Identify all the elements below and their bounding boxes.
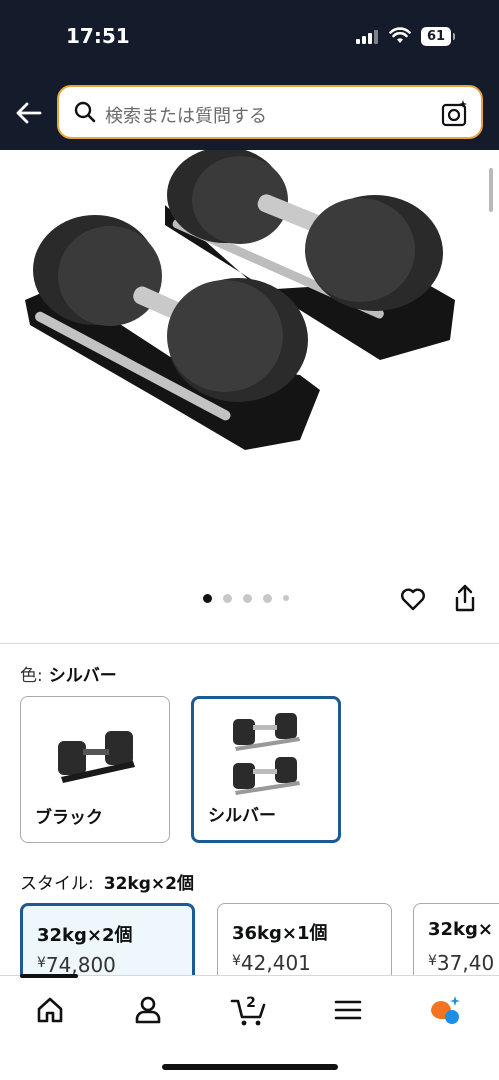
home-icon[interactable] <box>33 993 67 1027</box>
search-input[interactable]: 検索または質問する <box>105 102 267 128</box>
search-bar[interactable]: 検索または質問する <box>57 85 483 139</box>
product-image <box>25 150 455 450</box>
style-option-name: 32kg× <box>428 919 493 940</box>
product-page: 17:51 61 検索または質問する 色: シルバー ブラック シルバー スタイ… <box>0 0 499 1080</box>
battery-icon: 61 <box>421 27 455 46</box>
dumbbell-front <box>25 215 320 450</box>
selected-style: 32kg×2個 <box>103 874 194 894</box>
heart-icon[interactable] <box>400 586 426 612</box>
style-option[interactable]: 32kg× ¥37,40 <box>413 903 499 983</box>
cellular-signal-icon <box>356 30 378 44</box>
camera-search-icon[interactable] <box>441 99 469 127</box>
pagination-dot[interactable] <box>223 593 232 603</box>
home-indicator <box>162 1064 338 1070</box>
back-arrow-icon[interactable] <box>14 98 44 128</box>
status-time: 17:51 <box>66 24 130 48</box>
style-option-price: ¥42,401 <box>232 951 311 975</box>
style-option[interactable]: 32kg×2個 ¥74,800 <box>20 903 195 983</box>
style-selection-label: スタイル: 32kg×2個 <box>20 874 194 894</box>
divider <box>0 643 499 644</box>
pagination-dot[interactable] <box>203 593 212 603</box>
rufus-assistant-icon[interactable] <box>428 993 462 1027</box>
silver-dumbbell-thumbnail <box>233 713 300 795</box>
pagination-dot[interactable] <box>263 593 272 603</box>
color-selection-label: 色: シルバー <box>20 666 117 686</box>
product-image-gallery[interactable] <box>0 150 499 640</box>
account-icon[interactable] <box>131 993 165 1027</box>
color-option-label: ブラック <box>35 808 103 828</box>
selected-color: シルバー <box>48 666 117 686</box>
wifi-icon <box>389 27 411 43</box>
style-option-name: 36kg×1個 <box>232 923 328 944</box>
app-header: 17:51 61 検索または質問する <box>0 0 499 150</box>
color-option-label: シルバー <box>208 806 276 826</box>
black-dumbbell-thumbnail <box>58 731 135 783</box>
scroll-indicator <box>489 168 493 212</box>
style-option-price: ¥37,40 <box>428 951 495 975</box>
search-icon <box>74 101 96 123</box>
gallery-pagination <box>203 593 289 603</box>
style-option[interactable]: 36kg×1個 ¥42,401 <box>217 903 392 983</box>
style-option-name: 32kg×2個 <box>37 925 133 946</box>
menu-icon[interactable] <box>331 993 365 1027</box>
pagination-dot[interactable] <box>243 593 252 603</box>
active-tab-indicator <box>20 974 78 978</box>
color-option-black[interactable]: ブラック <box>20 696 170 843</box>
cart-icon[interactable]: 2 <box>229 993 269 1027</box>
color-option-silver[interactable]: シルバー <box>191 696 341 843</box>
cart-count: 2 <box>246 995 256 1011</box>
share-icon[interactable] <box>452 583 478 613</box>
pagination-dot[interactable] <box>283 595 289 601</box>
